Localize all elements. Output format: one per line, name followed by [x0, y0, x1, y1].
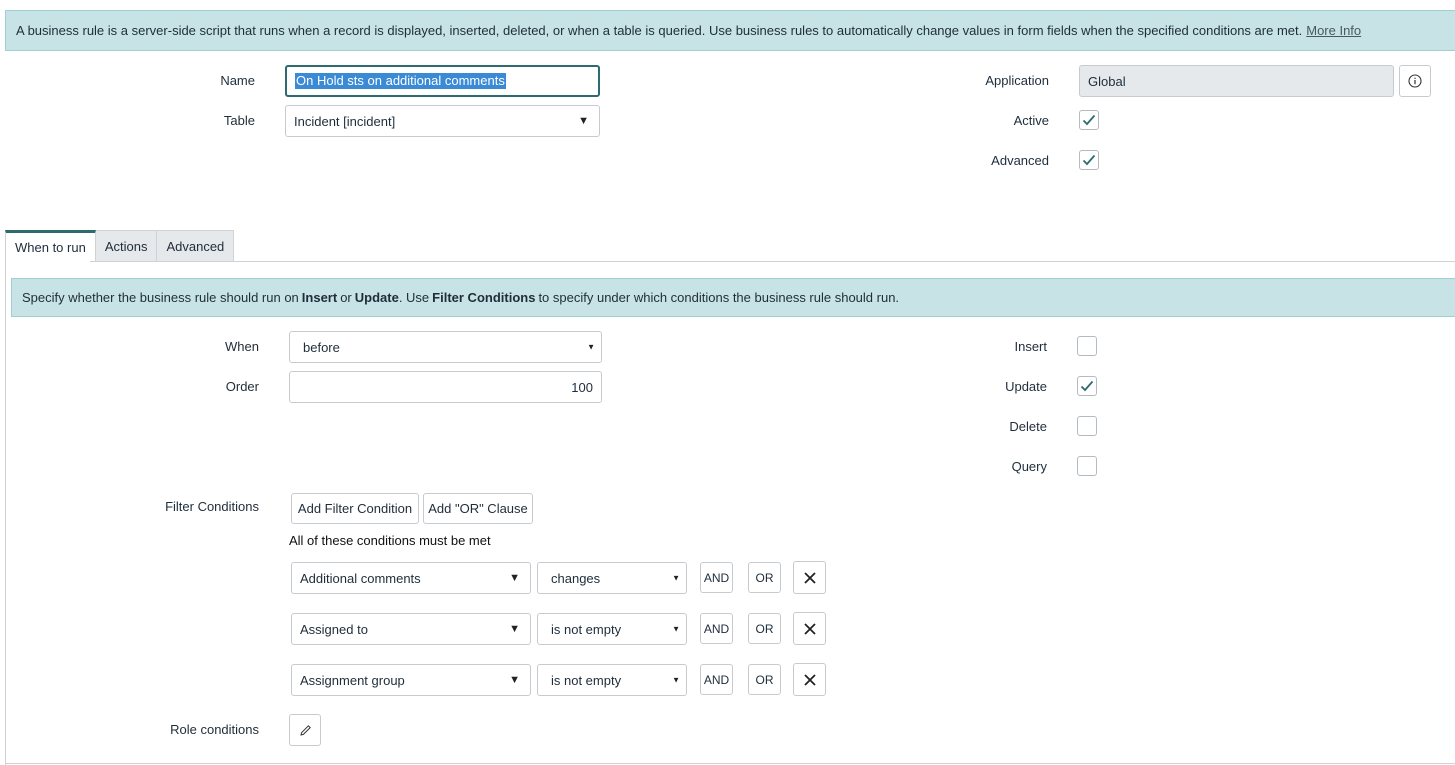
pencil-icon [299, 724, 311, 736]
checkmark-icon [1082, 114, 1096, 126]
table-label: Table [223, 113, 255, 128]
banner2-update: Update [354, 290, 399, 305]
advanced-checkbox[interactable] [1079, 150, 1099, 170]
caret-down-icon: ▼ [587, 342, 595, 352]
banner2-text-3: to specify under which conditions the bu… [538, 290, 900, 305]
checkmark-icon [1082, 154, 1096, 166]
query-label: Query [1011, 459, 1047, 474]
caret-down-icon: ▼ [672, 675, 680, 685]
condition-operator-value: is not empty [551, 672, 622, 688]
close-icon [803, 673, 816, 686]
banner2-text-2: . Use [398, 290, 430, 305]
condition-field-value: Additional comments [300, 570, 421, 586]
when-label: When [225, 339, 259, 354]
update-checkbox[interactable] [1077, 376, 1097, 396]
order-value: 100 [571, 379, 593, 395]
section-tabs: When to run Actions Advanced [5, 230, 235, 262]
update-label: Update [1005, 379, 1047, 394]
or-button[interactable]: OR [748, 613, 781, 644]
when-to-run-banner: Specify whether the business rule should… [11, 278, 1455, 317]
caret-down-icon: ▼ [672, 624, 680, 634]
close-icon [803, 571, 816, 584]
condition-field-value: Assignment group [300, 672, 405, 688]
add-filter-condition-button[interactable]: Add Filter Condition [291, 493, 419, 524]
checkmark-icon [1080, 380, 1094, 392]
close-icon [803, 622, 816, 635]
condition-field-select[interactable]: Additional comments ▼ [291, 562, 531, 594]
or-button[interactable]: OR [748, 562, 781, 593]
application-info-button[interactable] [1399, 65, 1431, 97]
delete-label: Delete [1009, 419, 1047, 434]
and-button[interactable]: AND [700, 664, 733, 695]
caret-down-icon: ▼ [672, 573, 680, 583]
order-input[interactable]: 100 [289, 371, 602, 403]
delete-checkbox[interactable] [1077, 416, 1097, 436]
when-value: before [303, 339, 340, 355]
more-info-link[interactable]: More Info [1306, 23, 1361, 38]
table-value: Incident [incident] [294, 113, 396, 129]
panel-border-bottom [5, 763, 1455, 764]
info-icon [1408, 74, 1422, 88]
remove-condition-button[interactable] [793, 612, 826, 645]
advanced-label: Advanced [991, 153, 1049, 168]
condition-operator-select[interactable]: is not empty ▼ [537, 613, 687, 645]
condition-field-value: Assigned to [300, 621, 368, 637]
query-checkbox[interactable] [1077, 456, 1097, 476]
condition-field-select[interactable]: Assignment group ▼ [291, 664, 531, 696]
banner2-insert: Insert [301, 290, 338, 305]
condition-operator-select[interactable]: changes ▼ [537, 562, 687, 594]
insert-checkbox[interactable] [1077, 336, 1097, 356]
caret-down-icon: ▼ [509, 674, 520, 686]
insert-label: Insert [1014, 339, 1047, 354]
condition-operator-select[interactable]: is not empty ▼ [537, 664, 687, 696]
table-select[interactable]: Incident [incident] ▼ [285, 105, 600, 137]
banner2-or: or [340, 290, 352, 305]
add-or-clause-button[interactable]: Add "OR" Clause [423, 493, 533, 524]
when-select[interactable]: before ▼ [289, 331, 602, 363]
and-button[interactable]: AND [700, 613, 733, 644]
name-value: On Hold sts on additional comments [295, 73, 506, 89]
active-checkbox[interactable] [1079, 110, 1099, 130]
caret-down-icon: ▼ [578, 115, 589, 127]
caret-down-icon: ▼ [509, 572, 520, 584]
or-button[interactable]: OR [748, 664, 781, 695]
tab-when-to-run[interactable]: When to run [5, 230, 96, 262]
panel-border [5, 261, 6, 765]
remove-condition-button[interactable] [793, 663, 826, 696]
banner2-text-1: Specify whether the business rule should… [22, 290, 299, 305]
caret-down-icon: ▼ [509, 623, 520, 635]
application-value: Global [1088, 73, 1126, 89]
name-label: Name [220, 73, 255, 88]
application-field: Global [1079, 65, 1394, 97]
active-label: Active [1013, 113, 1049, 128]
conditions-heading: All of these conditions must be met [289, 533, 491, 548]
edit-role-conditions-button[interactable] [289, 714, 321, 746]
tab-advanced[interactable]: Advanced [157, 230, 235, 262]
condition-operator-value: is not empty [551, 621, 622, 637]
role-conditions-label: Role conditions [170, 722, 259, 737]
application-label: Application [985, 73, 1049, 88]
filter-conditions-label: Filter Conditions [165, 499, 259, 514]
tab-actions[interactable]: Actions [95, 230, 158, 262]
info-banner-text: A business rule is a server-side script … [16, 23, 1303, 38]
condition-field-select[interactable]: Assigned to ▼ [291, 613, 531, 645]
condition-operator-value: changes [551, 570, 601, 586]
name-input[interactable]: On Hold sts on additional comments [285, 65, 600, 97]
tab-divider [90, 261, 1455, 262]
order-label: Order [225, 379, 259, 394]
info-banner: A business rule is a server-side script … [5, 10, 1455, 51]
remove-condition-button[interactable] [793, 561, 826, 594]
banner2-filter: Filter Conditions [432, 290, 536, 305]
and-button[interactable]: AND [700, 562, 733, 593]
